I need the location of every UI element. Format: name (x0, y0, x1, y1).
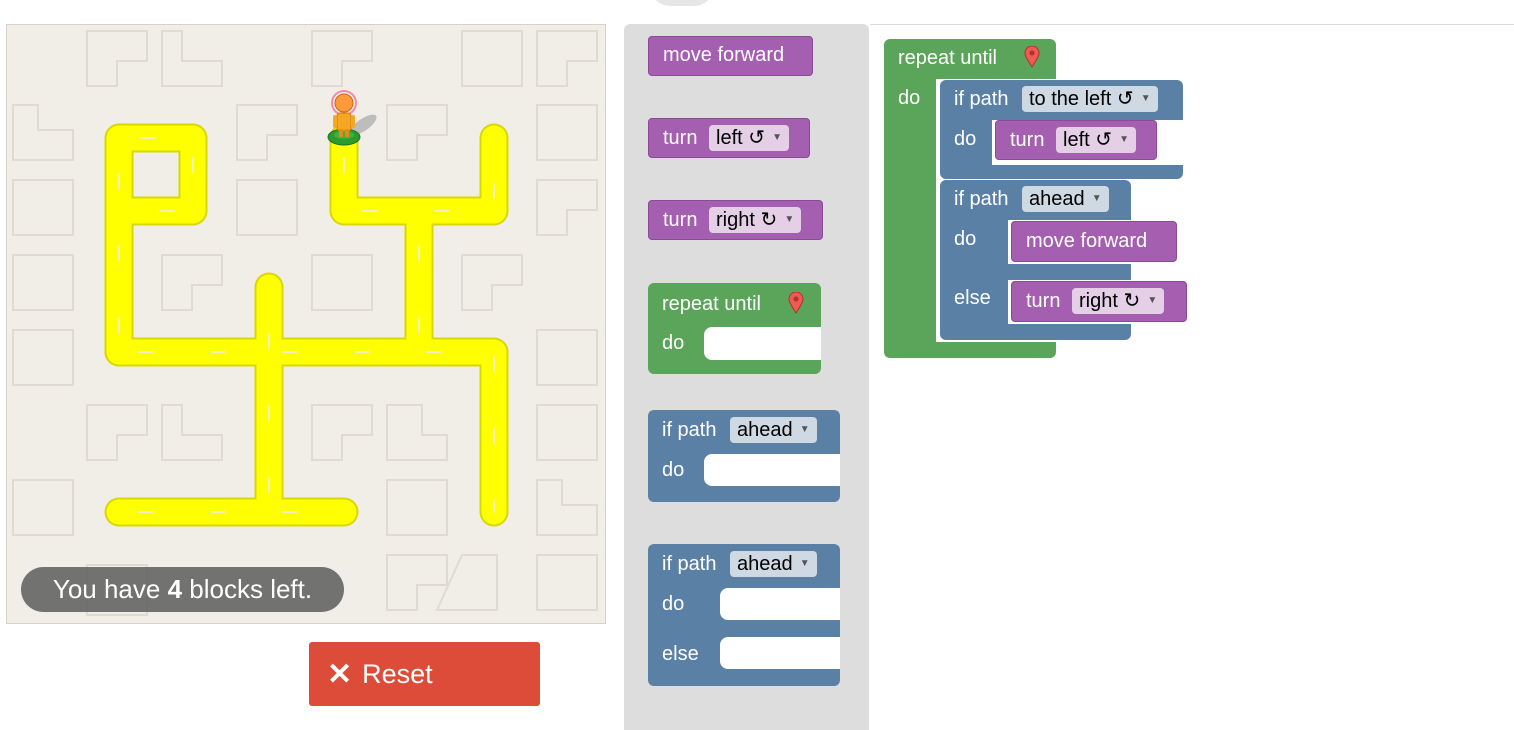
dropdown-value: left ↺ (716, 127, 765, 149)
dropdown-value: right ↻ (1079, 290, 1141, 312)
toolbox-if-path-block[interactable]: if path ahead ▼ do (648, 410, 840, 502)
maze-path (104, 123, 509, 527)
block-label: move forward (663, 44, 785, 66)
dropdown-arrow-icon: ▼ (1119, 134, 1129, 145)
block-label: do (954, 228, 977, 250)
turn-direction-dropdown[interactable]: right ↻ ▼ (709, 207, 802, 233)
dropdown-value: right ↻ (716, 209, 778, 231)
dropdown-value: to the left ↺ (1029, 88, 1134, 110)
status-suffix: blocks left. (182, 574, 313, 604)
path-direction-dropdown[interactable]: ahead ▼ (1022, 186, 1109, 212)
map-pin-icon (1024, 46, 1040, 68)
close-icon: ✕ (327, 657, 353, 691)
statement-slot (720, 637, 840, 669)
block-label: else (662, 643, 699, 665)
block-label: turn (663, 127, 698, 149)
path-direction-dropdown[interactable]: ahead ▼ (730, 417, 817, 443)
reset-button[interactable]: ✕ Reset (309, 642, 540, 706)
turn-direction-dropdown[interactable]: left ↺ ▼ (1056, 127, 1136, 153)
background-tiles (12, 30, 598, 616)
blocks-left-count: 4 (167, 574, 183, 604)
statement-slot (704, 327, 821, 360)
block-label: if path (662, 419, 717, 441)
dropdown-value: ahead (737, 553, 793, 575)
turn-direction-dropdown[interactable]: right ↻ ▼ (1072, 288, 1165, 314)
block-label: if path (954, 88, 1009, 110)
block-label: else (954, 287, 991, 309)
block-label: do (662, 459, 685, 481)
block-label: if path (662, 553, 717, 575)
path-direction-dropdown[interactable]: to the left ↺ ▼ (1022, 86, 1158, 112)
dropdown-arrow-icon: ▼ (1140, 93, 1151, 104)
toolbox-repeat-until-block[interactable]: repeat until do (648, 283, 821, 374)
status-prefix: You have (52, 574, 168, 604)
workspace-turn-left-block[interactable]: turn left ↺ ▼ (995, 120, 1157, 160)
blocks-left-status: You have 4 blocks left. (21, 567, 344, 612)
dropdown-value: left ↺ (1063, 129, 1112, 151)
statement-slot (720, 588, 840, 620)
dropdown-arrow-icon: ▼ (784, 214, 795, 225)
block-label: repeat until (662, 293, 761, 315)
block-label: turn (1010, 129, 1045, 151)
maze-svg (12, 30, 598, 616)
dropdown-value: ahead (737, 419, 793, 441)
reset-label: Reset (362, 658, 433, 689)
toolbox-turn-right-block[interactable]: turn right ↻ ▼ (648, 200, 823, 240)
block-label: move forward (1026, 230, 1148, 252)
block-label: do (662, 593, 685, 615)
map-pin-icon (788, 292, 804, 314)
block-label: repeat until (898, 47, 997, 69)
block-label: do (898, 87, 921, 109)
toolbox-move-forward-block[interactable]: move forward (648, 36, 813, 76)
block-label: turn (663, 209, 698, 231)
dropdown-arrow-icon: ▼ (799, 558, 810, 569)
dropdown-arrow-icon: ▼ (799, 424, 810, 435)
workspace-turn-right-block[interactable]: turn right ↻ ▼ (1011, 281, 1187, 322)
dropdown-arrow-icon: ▼ (1147, 295, 1158, 306)
toolbox-if-else-block[interactable]: if path ahead ▼ do else (648, 544, 840, 686)
dropdown-arrow-icon: ▼ (1091, 193, 1102, 204)
tab-hint (650, 0, 714, 6)
workspace-move-forward-block[interactable]: move forward (1011, 221, 1177, 262)
pegman-icon (327, 90, 377, 146)
block-label: do (662, 332, 685, 354)
path-direction-dropdown[interactable]: ahead ▼ (730, 551, 817, 577)
dropdown-arrow-icon: ▼ (772, 132, 782, 143)
maze-board (6, 24, 606, 624)
block-label: if path (954, 188, 1009, 210)
turn-direction-dropdown[interactable]: left ↺ ▼ (709, 125, 789, 151)
dropdown-value: ahead (1029, 188, 1085, 210)
block-label: turn (1026, 290, 1061, 312)
statement-slot (704, 454, 840, 486)
toolbox-turn-left-block[interactable]: turn left ↺ ▼ (648, 118, 810, 158)
block-label: do (954, 128, 977, 150)
